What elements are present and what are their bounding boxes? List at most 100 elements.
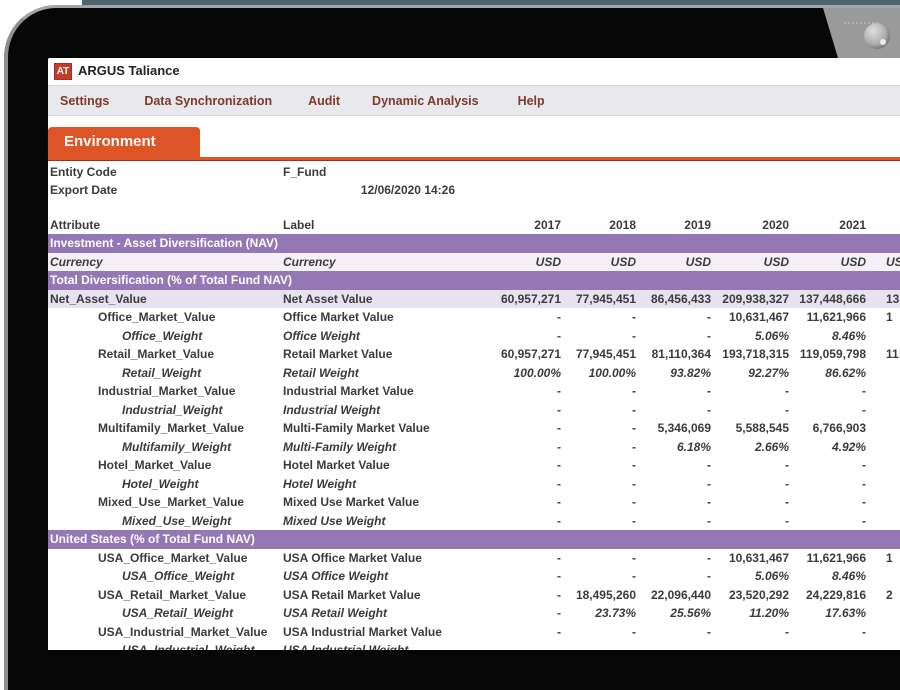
table-row[interactable]: Mixed_Use_Market_ValueMixed Use Market V… [48, 493, 900, 512]
menu-item-settings[interactable]: Settings [60, 94, 109, 108]
attribute-cell: Currency [48, 253, 283, 272]
entity-code-row: Entity Code F_Fund [48, 163, 900, 181]
table-row[interactable]: Multifamily_WeightMulti-Family Weight--6… [48, 438, 900, 457]
table-row[interactable]: Industrial_WeightIndustrial Weight----- [48, 401, 900, 420]
value-cell-clipped [868, 604, 900, 623]
value-cell-2021: - [791, 401, 868, 420]
value-cell-clipped: 11 [868, 345, 900, 364]
value-cell-2020: 5.06% [713, 567, 791, 586]
table-row[interactable]: Net_Asset_ValueNet Asset Value60,957,271… [48, 290, 900, 309]
menu-item-help[interactable]: Help [518, 94, 545, 108]
value-cell-2021: - [791, 382, 868, 401]
value-cell-2021: 119,059,798 [791, 345, 868, 364]
value-cell-2019: - [638, 493, 713, 512]
report-info: Entity Code F_Fund Export Date 12/06/202… [48, 161, 900, 199]
attribute-cell: USA_Retail_Weight [48, 604, 283, 623]
value-cell-2020: 11.20% [713, 604, 791, 623]
table-row[interactable]: CurrencyCurrencyUSDUSDUSDUSDUSDUS [48, 253, 900, 272]
label-cell: USA Retail Weight [283, 604, 487, 623]
table-row[interactable]: USA_Office_Market_ValueUSA Office Market… [48, 549, 900, 568]
value-cell-2018: 23.73% [563, 604, 638, 623]
value-cell-2020: - [713, 382, 791, 401]
table-row[interactable]: USA_Retail_Market_ValueUSA Retail Market… [48, 586, 900, 605]
value-cell-clipped [868, 364, 900, 383]
table-row[interactable]: Multifamily_Market_ValueMulti-Family Mar… [48, 419, 900, 438]
table-row[interactable]: Industrial_Market_ValueIndustrial Market… [48, 382, 900, 401]
value-cell-2020: 10,631,467 [713, 308, 791, 327]
table-row[interactable]: Hotel_Market_ValueHotel Market Value----… [48, 456, 900, 475]
value-cell-clipped [868, 419, 900, 438]
value-cell-2017: - [487, 382, 563, 401]
value-cell-2020: 23,520,292 [713, 586, 791, 605]
value-cell-2018: 77,945,451 [563, 290, 638, 309]
table-row[interactable]: Hotel_WeightHotel Weight----- [48, 475, 900, 494]
value-cell-2017: - [487, 327, 563, 346]
attribute-cell: Office_Market_Value [48, 308, 283, 327]
value-cell-2020: 10,631,467 [713, 549, 791, 568]
year-header-2018: 2018 [563, 216, 638, 234]
label-cell: Net Asset Value [283, 290, 487, 309]
attribute-cell: USA_Industrial_Weight [48, 641, 283, 650]
value-cell-2021: 6,766,903 [791, 419, 868, 438]
year-header-clipped [868, 216, 900, 234]
value-cell-clipped [868, 382, 900, 401]
app-logo-icon: AT [54, 63, 72, 80]
attribute-cell: Office_Weight [48, 327, 283, 346]
tab-bar: Environment [48, 116, 900, 157]
value-cell-2021: 24,229,816 [791, 586, 868, 605]
table-body: Investment - Asset Diversification (NAV)… [48, 234, 900, 650]
menu-item-audit[interactable]: Audit [308, 94, 340, 108]
label-cell: USA Office Market Value [283, 549, 487, 568]
value-cell-2019: - [638, 641, 713, 650]
value-cell-2021: - [791, 512, 868, 531]
value-cell-2020: - [713, 641, 791, 650]
value-cell-2020: - [713, 401, 791, 420]
value-cell-clipped [868, 512, 900, 531]
value-cell-2019: - [638, 456, 713, 475]
value-cell-clipped [868, 567, 900, 586]
value-cell-2019: - [638, 549, 713, 568]
app-title: ARGUS Taliance [78, 63, 180, 78]
value-cell-clipped [868, 327, 900, 346]
table-row[interactable]: USA_Retail_WeightUSA Retail Weight-23.73… [48, 604, 900, 623]
value-cell-2019: USD [638, 253, 713, 272]
value-cell-clipped: 1 [868, 308, 900, 327]
table-row[interactable]: Office_WeightOffice Weight---5.06%8.46% [48, 327, 900, 346]
value-cell-2018: - [563, 438, 638, 457]
year-header-2017: 2017 [487, 216, 563, 234]
camera-icon [864, 23, 890, 49]
menu-item-dynamic-analysis[interactable]: Dynamic Analysis [372, 94, 479, 108]
value-cell-2017: - [487, 419, 563, 438]
table-row[interactable]: Mixed_Use_WeightMixed Use Weight----- [48, 512, 900, 531]
value-cell-2019: - [638, 327, 713, 346]
value-cell-2019: 81,110,364 [638, 345, 713, 364]
table-row[interactable]: USA_Industrial_Market_ValueUSA Industria… [48, 623, 900, 642]
attribute-cell: USA_Office_Market_Value [48, 549, 283, 568]
value-cell-2020: USD [713, 253, 791, 272]
value-cell-2018: - [563, 493, 638, 512]
section-header: Total Diversification (% of Total Fund N… [48, 271, 900, 290]
tab-environment[interactable]: Environment [48, 127, 200, 157]
table-row[interactable]: Retail_Market_ValueRetail Market Value60… [48, 345, 900, 364]
value-cell-2019: 25.56% [638, 604, 713, 623]
label-cell: Multi-Family Weight [283, 438, 487, 457]
table-row[interactable]: Office_Market_ValueOffice Market Value--… [48, 308, 900, 327]
value-cell-clipped: 13 [868, 290, 900, 309]
value-cell-2021: - [791, 623, 868, 642]
menu-item-data-synchronization[interactable]: Data Synchronization [144, 94, 272, 108]
label-cell: USA Retail Market Value [283, 586, 487, 605]
value-cell-2018: - [563, 567, 638, 586]
report-table: Attribute Label 20172018201920202021 Inv… [48, 216, 900, 650]
value-cell-2018: USD [563, 253, 638, 272]
value-cell-2019: 86,456,433 [638, 290, 713, 309]
table-row[interactable]: USA_Office_WeightUSA Office Weight---5.0… [48, 567, 900, 586]
export-date-value: 12/06/2020 14:26 [283, 181, 487, 199]
value-cell-2018: - [563, 641, 638, 650]
table-row[interactable]: USA_Industrial_WeightUSA Industrial Weig… [48, 641, 900, 650]
label-cell: Industrial Weight [283, 401, 487, 420]
value-cell-2021: - [791, 456, 868, 475]
value-cell-2017: - [487, 475, 563, 494]
table-row[interactable]: Retail_WeightRetail Weight100.00%100.00%… [48, 364, 900, 383]
value-cell-clipped [868, 493, 900, 512]
value-cell-2018: - [563, 382, 638, 401]
